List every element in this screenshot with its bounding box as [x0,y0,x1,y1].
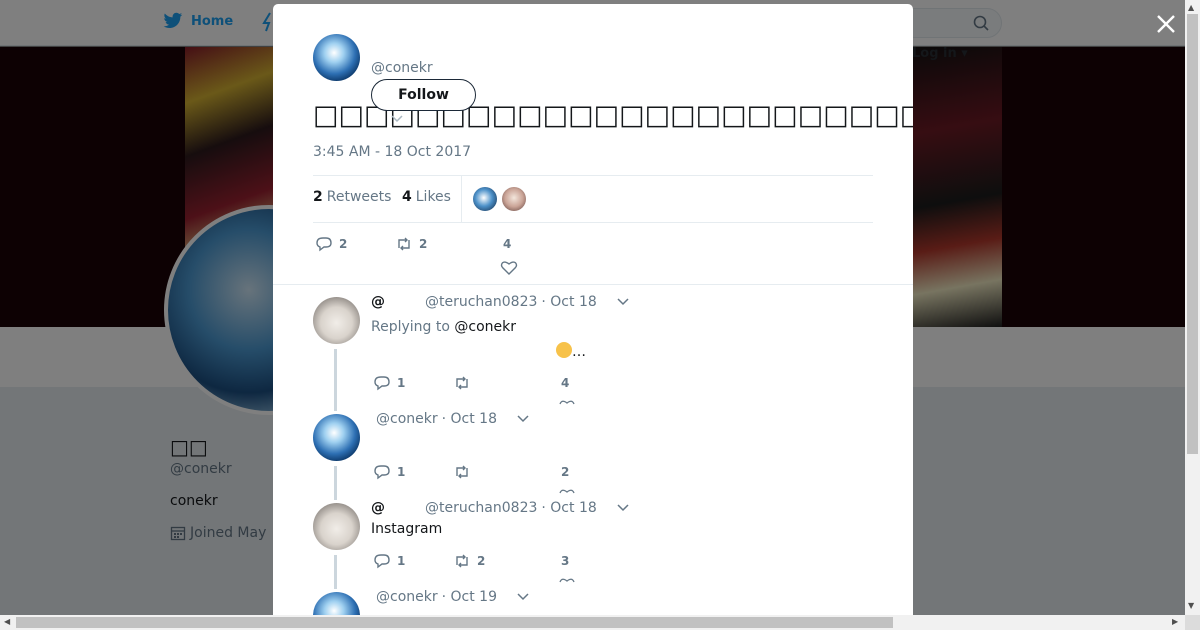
reply-date[interactable]: · Oct 19 [442,589,497,605]
replying-to-mention[interactable]: @conekr [454,319,516,335]
reply-header: @conekr · Oct 18 [376,411,529,427]
reply-text-tail: … [572,344,586,360]
author-handle[interactable]: @conekr [371,60,433,76]
reply-avatar[interactable] [313,592,360,615]
reply-action[interactable]: 1 [373,375,405,391]
likes-label: Likes [415,189,451,205]
heart-icon[interactable] [500,260,518,276]
reply-count: 1 [397,465,406,479]
like-count: 2 [561,465,570,479]
reply-handle[interactable]: @teruchan0823 [425,294,537,310]
scroll-up-icon[interactable]: ▲ [1188,3,1194,12]
reply-action[interactable]: 1 [373,464,405,480]
retweet-action[interactable]: 2 [453,553,485,569]
replying-to-label: Replying to [371,319,450,335]
like-count: 3 [561,554,570,568]
heart-icon[interactable] [559,577,575,583]
like-count: 4 [561,376,570,390]
chevron-down-icon[interactable] [391,114,403,124]
reply-text: Instagram [371,521,443,537]
reply-avatar[interactable] [313,414,360,461]
reply-icon [316,237,332,252]
liker-avatar[interactable] [473,187,497,211]
tweet-stats: 2 Retweets 4 Likes [313,175,873,223]
author-avatar[interactable] [313,34,360,81]
follow-button[interactable]: Follow [371,79,476,111]
stats-divider [461,176,462,223]
reply-header: @conekr · Oct 19 [376,589,529,605]
reply-icon [374,376,390,391]
reply-icon [374,554,390,569]
horizontal-scrollbar[interactable]: ◀ ▶ [0,615,1200,630]
reply-at[interactable]: @ [371,294,385,310]
retweet-action[interactable] [453,375,477,391]
scroll-right-icon[interactable]: ▶ [1172,617,1178,626]
likes-stat[interactable]: 4 Likes [402,189,451,205]
chevron-down-icon[interactable] [517,415,529,423]
horizontal-scroll-thumb[interactable] [16,617,893,628]
reply-avatar[interactable] [313,503,360,550]
reply-text: … [556,342,586,360]
replies-divider [273,284,913,285]
reply-action[interactable]: 1 [373,553,405,569]
heart-icon[interactable] [559,488,575,494]
reply-handle[interactable]: @conekr [376,411,438,427]
close-icon[interactable] [1155,13,1177,35]
liker-avatar[interactable] [502,187,526,211]
like-count: 4 [503,237,512,251]
thread-line [334,349,337,411]
reply-avatar[interactable] [313,297,360,344]
retweet-icon [456,376,468,390]
heart-icon[interactable] [559,399,575,405]
retweets-label: Retweets [326,189,392,205]
reply-action[interactable]: 2 [315,236,347,252]
reply-count: 1 [397,554,406,568]
reply-date[interactable]: · Oct 18 [541,500,596,516]
reply-header: @ @teruchan0823 · Oct 18 [371,500,629,516]
thread-line [334,466,337,500]
retweet-action[interactable]: 2 [395,236,427,252]
tweet-modal: @conekr □□□□□□□□□□□□□□□□□□□□□□□□□□□□□□□□… [273,4,913,615]
scroll-down-icon[interactable]: ▼ [1188,601,1194,610]
vertical-scroll-thumb[interactable] [1187,14,1198,454]
scrollbar-corner [1185,615,1200,630]
reply-handle[interactable]: @conekr [376,589,438,605]
reply-handle[interactable]: @teruchan0823 [425,500,537,516]
reply-icon [374,465,390,480]
login-link[interactable]: Log in ▾ [912,46,968,61]
retweet-count: 2 [477,554,486,568]
chevron-down-icon[interactable] [617,298,629,306]
scroll-left-icon[interactable]: ◀ [4,617,10,626]
relieved-face-emoji [556,342,572,358]
chevron-down-icon[interactable] [517,593,529,601]
reply-count: 1 [397,376,406,390]
retweets-stat[interactable]: 2 Retweets [313,189,391,205]
chevron-down-icon[interactable] [617,504,629,512]
thread-line [334,555,337,589]
tweet-timestamp[interactable]: 3:45 AM - 18 Oct 2017 [313,144,471,160]
reply-date[interactable]: · Oct 18 [541,294,596,310]
retweet-icon [456,554,468,568]
likes-count: 4 [402,189,412,205]
replying-to: Replying to @conekr [371,319,516,335]
reply-date[interactable]: · Oct 18 [442,411,497,427]
retweet-icon [398,237,410,251]
retweets-count: 2 [313,189,323,205]
reply-at[interactable]: @ [371,500,385,516]
retweet-action[interactable] [453,464,477,480]
retweet-icon [456,465,468,479]
reply-count: 2 [339,237,348,251]
retweet-count: 2 [419,237,428,251]
vertical-scrollbar[interactable]: ▲ ▼ [1185,0,1200,615]
reply-header: @ @teruchan0823 · Oct 18 [371,294,629,310]
